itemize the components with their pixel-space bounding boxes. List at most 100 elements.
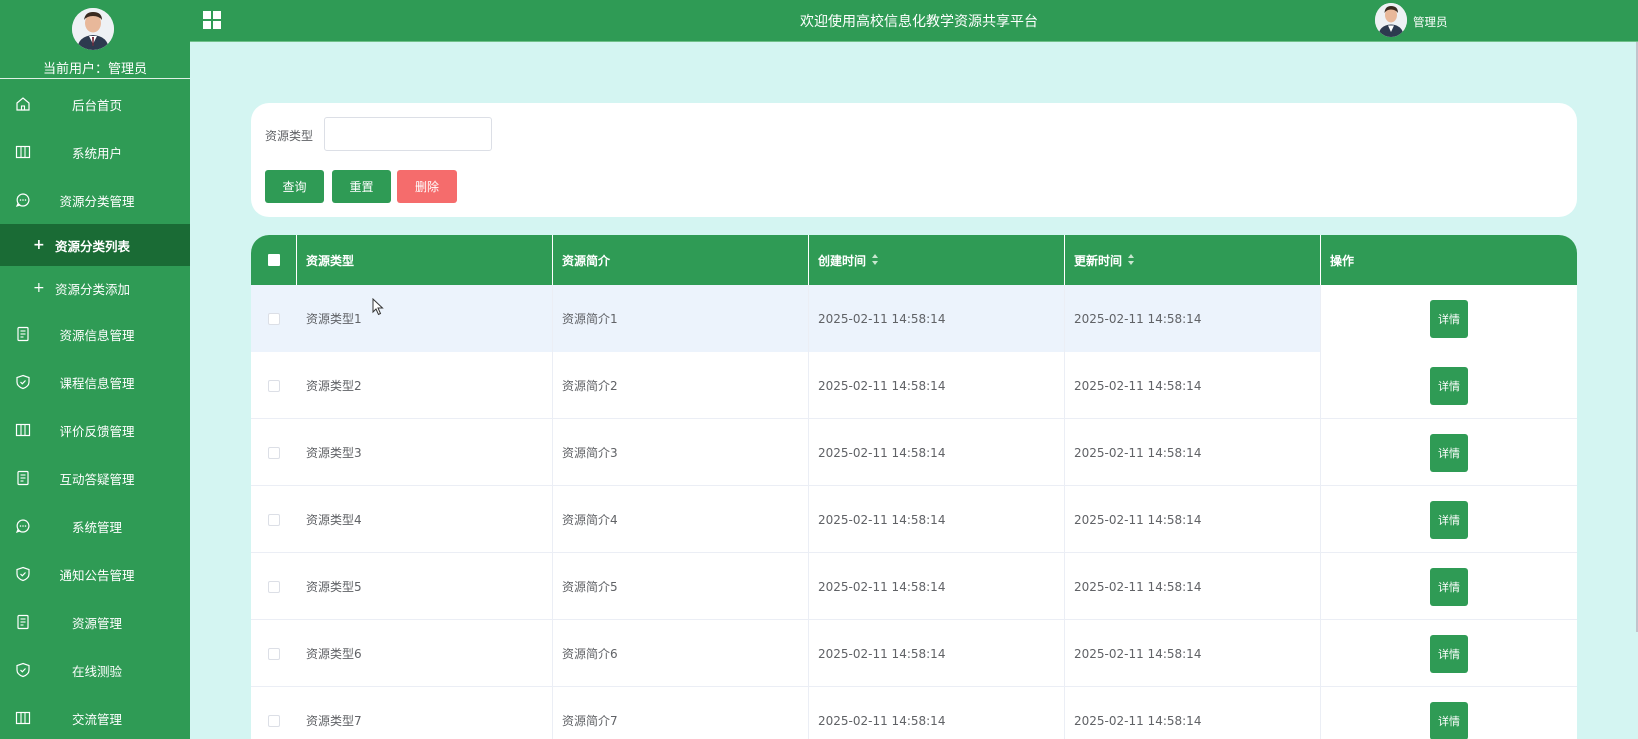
shield-check-icon (16, 662, 30, 678)
column-header-label: 资源简介 (562, 253, 611, 268)
row-checkbox[interactable] (268, 714, 280, 727)
cell-actions: 详情 (1321, 486, 1577, 553)
detail-button[interactable]: 详情 (1430, 299, 1468, 338)
row-select-cell (251, 419, 297, 486)
mouse-cursor-icon (372, 298, 384, 316)
cell-updated-time: 2025-02-11 14:58:14 (1065, 486, 1321, 553)
sidebar-item-system[interactable]: 系统管理 (0, 506, 190, 546)
sidebar-subitem-category-add[interactable]: + 资源分类添加 (0, 267, 190, 309)
cell-updated-time: 2025-02-11 14:58:14 (1065, 285, 1321, 352)
column-header-label: 创建时间 (818, 253, 867, 268)
plus-icon: + (33, 280, 45, 296)
sort-icon[interactable] (872, 254, 879, 266)
sidebar-item-exchange[interactable]: 交流管理 (0, 698, 190, 738)
detail-button[interactable]: 详情 (1430, 567, 1468, 606)
table-row[interactable]: 资源类型3 资源简介3 2025-02-11 14:58:14 2025-02-11 … (251, 419, 1577, 486)
cell-updated-time: 2025-02-11 14:58:14 (1065, 352, 1321, 419)
table-row[interactable]: 资源类型6 资源简介6 2025-02-11 14:58:14 2025-02-11 … (251, 620, 1577, 687)
resource-type-input[interactable] (324, 117, 492, 151)
sidebar-item-notice[interactable]: 通知公告管理 (0, 554, 190, 594)
cell-actions: 详情 (1321, 687, 1577, 739)
sidebar-subitem-label: 资源分类添加 (55, 281, 131, 297)
table-row[interactable]: 资源类型4 资源简介4 2025-02-11 14:58:14 2025-02-11 … (251, 486, 1577, 553)
cell-created-time: 2025-02-11 14:58:14 (809, 553, 1065, 620)
table-row[interactable]: 资源类型7 资源简介7 2025-02-11 14:58:14 2025-02-11 … (251, 687, 1577, 739)
cell-resource-type: 资源类型4 (297, 486, 553, 553)
table-header: 资源类型 资源简介 创建时间 更新时间 操作 (251, 235, 1577, 285)
document-icon (17, 470, 29, 486)
row-select-cell (251, 687, 297, 739)
row-checkbox[interactable] (268, 647, 280, 660)
detail-button[interactable]: 详情 (1430, 701, 1468, 739)
cell-resource-type: 资源类型2 (297, 352, 553, 419)
search-label: 资源类型 (265, 129, 314, 143)
row-select-cell (251, 486, 297, 553)
select-all-cell (251, 235, 297, 285)
detail-button[interactable]: 详情 (1430, 500, 1468, 539)
grid-menu-icon[interactable] (202, 10, 222, 30)
row-checkbox[interactable] (268, 513, 280, 526)
sidebar-item-online-test[interactable]: 在线测验 (0, 650, 190, 690)
sidebar-subitem-category-list[interactable]: + 资源分类列表 (0, 224, 190, 266)
cell-updated-time: 2025-02-11 14:58:14 (1065, 553, 1321, 620)
plus-icon: + (33, 237, 45, 253)
cell-resource-intro: 资源简介5 (553, 553, 809, 620)
row-checkbox[interactable] (268, 446, 280, 459)
row-select-cell (251, 352, 297, 419)
columns-icon (15, 423, 31, 437)
cell-resource-type: 资源类型3 (297, 419, 553, 486)
cell-resource-intro: 资源简介4 (553, 486, 809, 553)
column-header-actions: 操作 (1321, 235, 1577, 285)
cell-resource-intro: 资源简介3 (553, 419, 809, 486)
cell-created-time: 2025-02-11 14:58:14 (809, 285, 1065, 352)
header-avatar[interactable] (1375, 3, 1407, 37)
reset-button[interactable]: 重置 (332, 170, 391, 203)
sidebar-item-system-users[interactable]: 系统用户 (0, 132, 190, 172)
cell-resource-type: 资源类型7 (297, 687, 553, 739)
table-row[interactable]: 资源类型5 资源简介5 2025-02-11 14:58:14 2025-02-11 … (251, 553, 1577, 620)
document-icon (17, 326, 29, 342)
cell-resource-type: 资源类型6 (297, 620, 553, 687)
columns-icon (15, 145, 31, 159)
select-all-checkbox[interactable] (267, 254, 280, 266)
query-button[interactable]: 查询 (265, 170, 324, 203)
cell-resource-intro: 资源简介1 (553, 285, 809, 352)
detail-button[interactable]: 详情 (1430, 433, 1468, 472)
sidebar-item-feedback[interactable]: 评价反馈管理 (0, 410, 190, 450)
sidebar-subitem-label: 资源分类列表 (55, 238, 131, 254)
columns-icon (15, 711, 31, 725)
sidebar-item-resource-info[interactable]: 资源信息管理 (0, 314, 190, 354)
row-checkbox[interactable] (268, 379, 280, 392)
row-checkbox[interactable] (268, 312, 280, 325)
cell-created-time: 2025-02-11 14:58:14 (809, 687, 1065, 739)
column-header-created[interactable]: 创建时间 (809, 235, 1065, 285)
shield-check-icon (16, 566, 30, 582)
sidebar-item-qa[interactable]: 互动答疑管理 (0, 458, 190, 498)
table-row[interactable]: 资源类型1 资源简介1 2025-02-11 14:58:14 2025-02-11 … (251, 285, 1577, 352)
detail-button[interactable]: 详情 (1430, 366, 1468, 405)
table-row[interactable]: 资源类型2 资源简介2 2025-02-11 14:58:14 2025-02-11 … (251, 352, 1577, 419)
row-checkbox[interactable] (268, 580, 280, 593)
cell-resource-type: 资源类型5 (297, 553, 553, 620)
column-header-label: 资源类型 (306, 253, 355, 268)
cell-actions: 详情 (1321, 553, 1577, 620)
page-title: 欢迎使用高校信息化教学资源共享平台 (800, 14, 1038, 30)
sort-icon[interactable] (1128, 254, 1135, 266)
row-select-cell (251, 285, 297, 352)
chat-icon (15, 519, 30, 534)
column-header-updated[interactable]: 更新时间 (1065, 235, 1321, 285)
delete-button[interactable]: 删除 (397, 170, 457, 203)
sidebar-item-resources[interactable]: 资源管理 (0, 602, 190, 642)
cell-resource-intro: 资源简介6 (553, 620, 809, 687)
cell-updated-time: 2025-02-11 14:58:14 (1065, 687, 1321, 739)
sidebar-item-resource-category[interactable]: 资源分类管理 (0, 180, 190, 220)
cell-resource-type: 资源类型1 (297, 285, 553, 352)
chat-icon (15, 193, 30, 208)
sidebar-item-course-info[interactable]: 课程信息管理 (0, 362, 190, 402)
detail-button[interactable]: 详情 (1430, 634, 1468, 673)
sidebar-item-dashboard[interactable]: 后台首页 (0, 84, 190, 124)
row-select-cell (251, 620, 297, 687)
cell-actions: 详情 (1321, 620, 1577, 687)
header-username[interactable]: 管理员 (1413, 14, 1448, 30)
data-table: 资源类型 资源简介 创建时间 更新时间 操作 资源类型1 资源简介1 2025-02… (251, 235, 1577, 739)
